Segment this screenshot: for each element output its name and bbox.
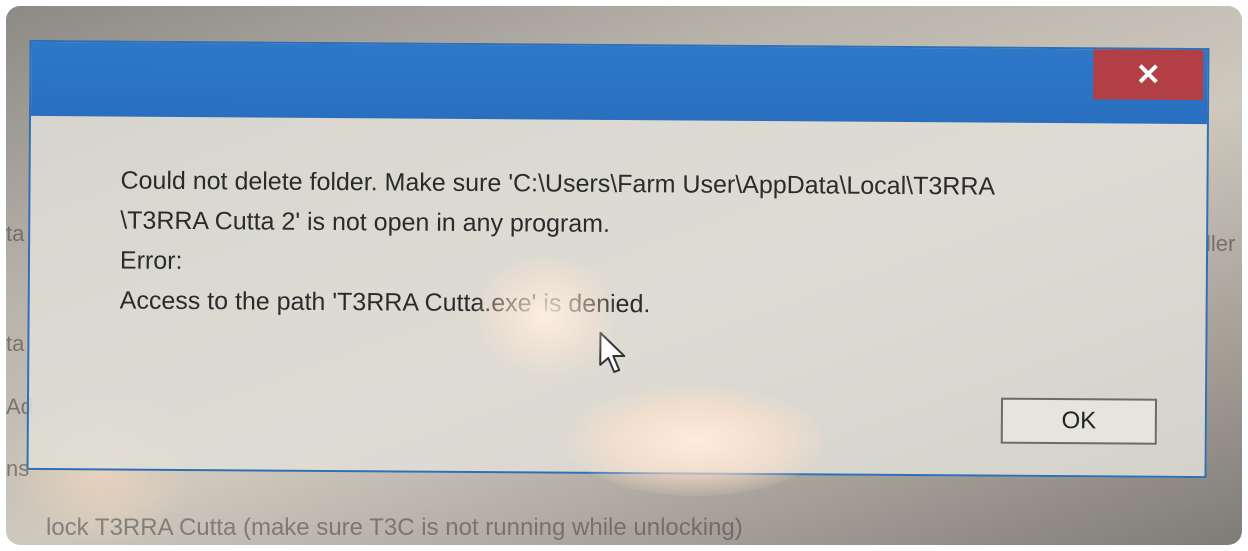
background-text-fragment: ller bbox=[1206, 231, 1236, 256]
close-icon: ✕ bbox=[1135, 58, 1161, 92]
background-instruction-text: lock T3RRA Cutta (make sure T3C is not r… bbox=[46, 514, 743, 541]
background-text-fragment: ta bbox=[6, 331, 25, 356]
error-detail: Access to the path 'T3RRA Cutta.exe' is … bbox=[119, 286, 651, 319]
close-button[interactable]: ✕ bbox=[1093, 49, 1204, 101]
photo-frame: ta ta Ad ns ller lock T3RRA Cutta (make … bbox=[6, 6, 1242, 545]
dialog-message: Could not delete folder. Make sure 'C:\U… bbox=[120, 161, 1181, 328]
background-text-fragment: ta bbox=[6, 221, 25, 246]
dialog-titlebar: ✕ bbox=[30, 41, 1208, 125]
light-glare bbox=[566, 386, 826, 496]
message-line: \T3RRA Cutta 2' is not open in any progr… bbox=[120, 206, 611, 238]
ok-button[interactable]: OK bbox=[1000, 397, 1158, 445]
light-glare bbox=[476, 256, 616, 376]
